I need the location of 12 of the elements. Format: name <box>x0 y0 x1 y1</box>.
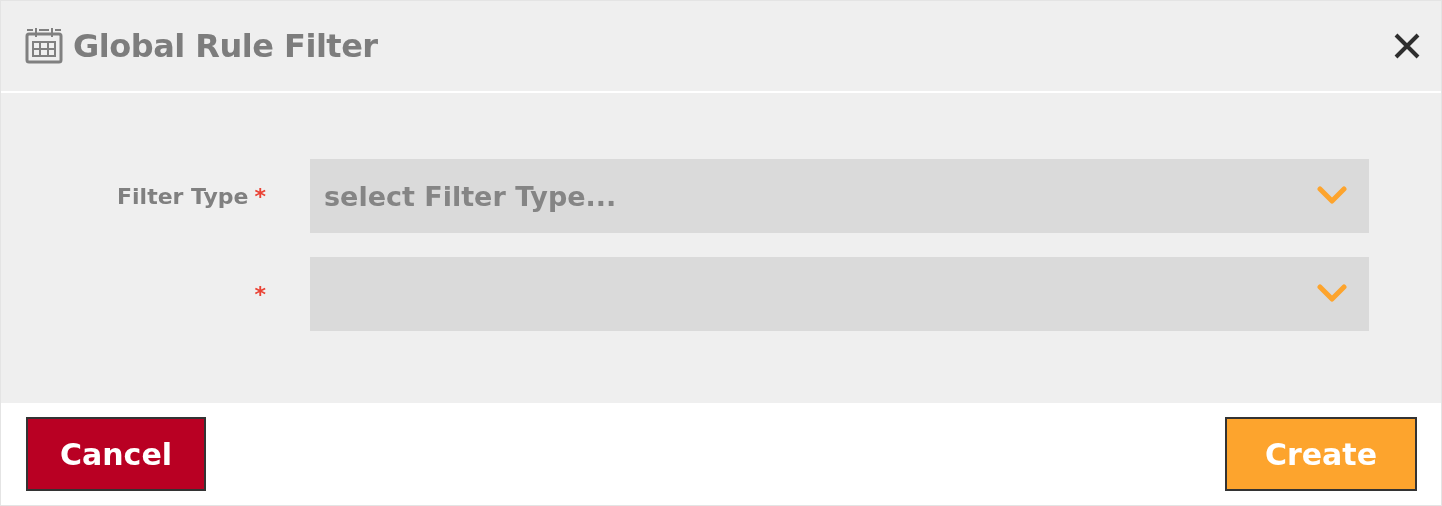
field-label: Filter Type <box>117 183 249 209</box>
calendar-icon <box>25 28 63 64</box>
select-field[interactable]: select Filter Type... <box>310 159 1369 233</box>
chevron-down-icon <box>1317 284 1347 304</box>
required-mark: * <box>254 183 266 209</box>
create-button[interactable]: Create <box>1225 417 1417 491</box>
required-mark: * <box>254 281 266 307</box>
select-field[interactable] <box>310 257 1369 331</box>
chevron-down-icon <box>1317 186 1347 206</box>
dialog-title: Global Rule Filter <box>73 27 379 65</box>
close-icon[interactable] <box>1393 32 1421 60</box>
cancel-button[interactable]: Cancel <box>26 417 206 491</box>
